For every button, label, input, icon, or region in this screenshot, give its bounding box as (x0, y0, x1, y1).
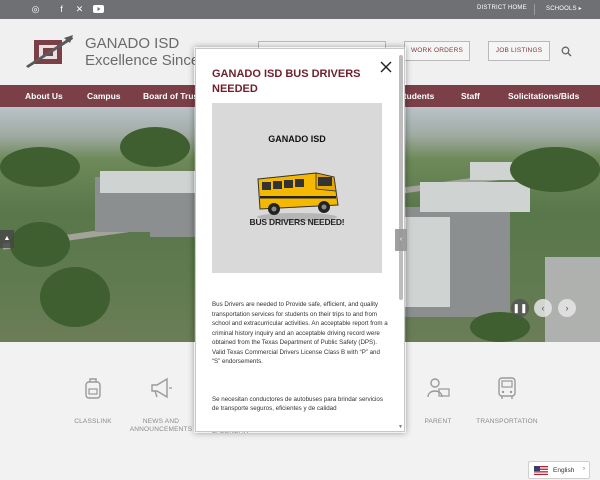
school-bus-illustration (257, 172, 339, 221)
site-name[interactable]: GANADO ISD Excellence Since 1 (85, 35, 212, 69)
district-home-link[interactable]: DISTRICT HOME (477, 5, 527, 11)
quicklink-transportation[interactable]: TRANSPORTATION (467, 375, 547, 426)
backpack-icon (85, 378, 101, 399)
hero-side-tab[interactable]: ▲ (0, 230, 14, 248)
scroll-down-arrow[interactable]: ▼ (398, 424, 403, 430)
quicklink-parent[interactable]: PARENT (398, 375, 478, 426)
parent-icon (427, 378, 450, 398)
nav-staff[interactable]: Staff (461, 91, 480, 101)
nav-solicitations-bids[interactable]: Solicitations/Bids (508, 91, 579, 101)
divider (534, 4, 535, 15)
megaphone-icon (151, 377, 172, 399)
district-logo[interactable] (24, 34, 74, 70)
body-english: Bus Drivers are needed to Provide safe, … (212, 301, 388, 365)
instagram-icon[interactable]: ◎ (29, 3, 42, 16)
flyer-subheading: BUS DRIVERS NEEDED! (249, 217, 345, 227)
top-utility-bar: ◎ f ✕ DISTRICT HOME SCHOOLS ▸ (0, 0, 600, 19)
close-icon[interactable] (380, 61, 392, 73)
bus-drivers-flyer-image: GANADO ISD BUS DRIVERS NEEDED! (212, 103, 382, 273)
quicklink-news[interactable]: NEWS AND ANNOUNCEMENTS (121, 375, 201, 434)
work-orders-button[interactable]: WORK ORDERS (404, 41, 470, 61)
modal-title: GANADO ISD BUS DRIVERS NEEDED (212, 68, 361, 95)
site-name-line1: GANADO ISD (85, 35, 180, 52)
nav-campus[interactable]: Campus (87, 91, 121, 101)
quicklink-label: NEWS AND ANNOUNCEMENTS (129, 418, 193, 433)
flyer-heading: GANADO ISD (268, 134, 326, 144)
bus-icon (498, 377, 516, 399)
modal-side-handle[interactable]: ‹ (395, 229, 407, 251)
job-listings-button[interactable]: JOB LISTINGS (488, 41, 550, 61)
announcement-modal: GANADO ISD BUS DRIVERS NEEDED GANADO ISD… (195, 48, 405, 432)
language-label: English (553, 467, 575, 474)
quicklink-label: TRANSPORTATION (476, 418, 538, 425)
body-spanish: Se necesitan conductores de autobuses pa… (212, 395, 383, 413)
facebook-icon[interactable]: f (55, 3, 68, 16)
chevron-right-icon: › (583, 466, 585, 472)
us-flag-icon (534, 466, 548, 475)
x-icon[interactable]: ✕ (73, 3, 86, 16)
nav-about-us[interactable]: About Us (25, 91, 63, 101)
schools-menu[interactable]: SCHOOLS ▸ (546, 5, 582, 12)
site-tagline: Excellence Since 1 (85, 52, 212, 69)
nav-board-of-trustees[interactable]: Board of Trus (143, 91, 198, 101)
schools-label: SCHOOLS (546, 6, 577, 12)
next-slide-button[interactable]: › (558, 299, 576, 317)
search-icon[interactable] (561, 46, 572, 57)
prev-slide-button[interactable]: ‹ (534, 299, 552, 317)
modal-body: Bus Drivers are needed to Provide safe, … (212, 300, 388, 431)
modal-scrollbar[interactable] (399, 55, 403, 300)
quicklink-label: PARENT (424, 418, 452, 425)
youtube-icon[interactable] (92, 3, 105, 16)
language-selector[interactable]: English › (528, 461, 590, 479)
pause-button[interactable]: ❚❚ (511, 299, 529, 317)
